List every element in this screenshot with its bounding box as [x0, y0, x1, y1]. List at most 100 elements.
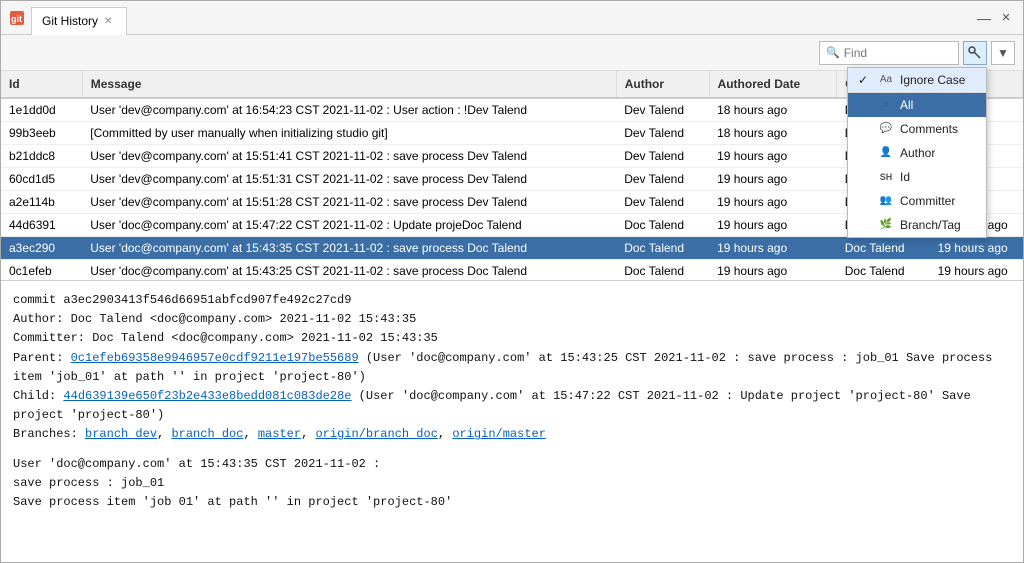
search-box: 🔍: [819, 41, 959, 65]
dropdown-label-comments: Comments: [900, 122, 958, 136]
git-icon: git: [9, 10, 25, 26]
cell-committer: Doc Talend: [837, 260, 930, 282]
dropdown-item-comments[interactable]: 💬 Comments: [848, 117, 986, 141]
cell-id: 99b3eeb: [1, 122, 82, 145]
dropdown-arrow-button[interactable]: ▼: [991, 41, 1015, 65]
cell-committer: Doc Talend: [837, 237, 930, 260]
cell-authored: 19 hours ago: [709, 260, 837, 282]
search-icon: 🔍: [826, 46, 840, 59]
comments-icon: 💬: [878, 121, 894, 137]
cell-id: 1e1dd0d: [1, 98, 82, 122]
dropdown-label-ignore-case: Ignore Case: [900, 73, 965, 87]
cell-id: a3ec290: [1, 237, 82, 260]
commit-hash-line: commit a3ec2903413f546d66951abfcd907fe49…: [13, 291, 1011, 310]
all-icon: ≡: [878, 97, 894, 113]
dropdown-label-id: Id: [900, 170, 910, 184]
child-line: Child: 44d639139e650f23b2e433e8bedd081c0…: [13, 387, 1011, 425]
cell-message: User 'dev@company.com' at 16:54:23 CST 2…: [82, 98, 616, 122]
master-link[interactable]: master: [258, 427, 301, 441]
tab-label: Git History: [42, 14, 98, 28]
cell-author: Doc Talend: [616, 260, 709, 282]
author-line: Author: Doc Talend <doc@company.com> 202…: [13, 310, 1011, 329]
cell-id: 44d6391: [1, 214, 82, 237]
close-button[interactable]: ✕: [997, 9, 1015, 27]
titlebar-tab[interactable]: Git History ✕: [31, 7, 127, 35]
header-id: Id: [1, 71, 82, 98]
cell-authored: 18 hours ago: [709, 122, 837, 145]
child-prefix: Child:: [13, 389, 63, 403]
message-line-2: save process : job_01: [13, 474, 1011, 493]
dropdown-item-committer[interactable]: 👥 Committer: [848, 189, 986, 213]
detail-panel: commit a3ec2903413f546d66951abfcd907fe49…: [1, 281, 1023, 562]
filter-dropdown-menu: ✓ Aa Ignore Case ≡ All 💬 Comments: [847, 67, 987, 238]
header-message: Message: [82, 71, 616, 98]
parent-prefix: Parent:: [13, 351, 71, 365]
titlebar-left: git Git History ✕: [9, 1, 127, 35]
tab-close-icon[interactable]: ✕: [104, 16, 112, 27]
branch-dev-link[interactable]: branch dev: [85, 427, 157, 441]
cell-message: User 'dev@company.com' at 15:51:31 CST 2…: [82, 168, 616, 191]
cell-message: User 'doc@company.com' at 15:47:22 CST 2…: [82, 214, 616, 237]
table-row[interactable]: a3ec290User 'doc@company.com' at 15:43:3…: [1, 237, 1023, 260]
parent-hash-link[interactable]: 0c1efeb69358e9946957e0cdf9211e197be55689: [71, 351, 359, 365]
committer-line: Committer: Doc Talend <doc@company.com> …: [13, 329, 1011, 348]
origin-branch-doc-link[interactable]: origin/branch doc: [315, 427, 437, 441]
cell-author: Dev Talend: [616, 168, 709, 191]
committer-icon: 👥: [878, 193, 894, 209]
toolbar: 🔍 ✓ Aa Ignore Case ≡: [1, 35, 1023, 71]
dropdown-item-all[interactable]: ≡ All: [848, 93, 986, 117]
cell-id: b21ddc8: [1, 145, 82, 168]
cell-authored: 19 hours ago: [709, 168, 837, 191]
author-icon: 👤: [878, 145, 894, 161]
dropdown-item-ignore-case[interactable]: ✓ Aa Ignore Case: [848, 68, 986, 92]
header-authored-date: Authored Date: [709, 71, 837, 98]
branches-line: Branches: branch dev, branch doc, master…: [13, 425, 1011, 444]
cell-author: Doc Talend: [616, 237, 709, 260]
cell-authored: 19 hours ago: [709, 145, 837, 168]
cell-author: Dev Talend: [616, 98, 709, 122]
cell-co: 19 hours ago: [930, 260, 1023, 282]
dropdown-label-author: Author: [900, 146, 935, 160]
cell-author: Dev Talend: [616, 122, 709, 145]
cell-id: a2e114b: [1, 191, 82, 214]
cell-authored: 19 hours ago: [709, 237, 837, 260]
cell-co: 19 hours ago: [930, 237, 1023, 260]
dropdown-label-branch-tag: Branch/Tag: [900, 218, 961, 232]
dropdown-label-all: All: [900, 98, 913, 112]
cell-author: Dev Talend: [616, 145, 709, 168]
cell-id: 0c1efeb: [1, 260, 82, 282]
minimize-button[interactable]: —: [975, 9, 993, 27]
child-hash-link[interactable]: 44d639139e650f23b2e433e8bedd081c083de28e: [63, 389, 351, 403]
filter-dropdown-container: ✓ Aa Ignore Case ≡ All 💬 Comments: [963, 41, 987, 65]
cell-id: 60cd1d5: [1, 168, 82, 191]
main-window: git Git History ✕ — ✕ 🔍: [0, 0, 1024, 563]
cell-author: Dev Talend: [616, 191, 709, 214]
message-body: User 'doc@company.com' at 15:43:35 CST 2…: [13, 455, 1011, 513]
cell-message: User 'doc@company.com' at 15:43:25 CST 2…: [82, 260, 616, 282]
parent-line: Parent: 0c1efeb69358e9946957e0cdf9211e19…: [13, 349, 1011, 387]
titlebar: git Git History ✕ — ✕: [1, 1, 1023, 35]
branch-doc-link[interactable]: branch doc: [171, 427, 243, 441]
dropdown-item-author[interactable]: 👤 Author: [848, 141, 986, 165]
ignore-case-icon: Aa: [878, 72, 894, 88]
branches-prefix: Branches:: [13, 427, 85, 441]
message-line-3: Save process item 'job 01' at path '' in…: [13, 493, 1011, 512]
cell-authored: 19 hours ago: [709, 214, 837, 237]
origin-master-link[interactable]: origin/master: [452, 427, 546, 441]
filter-button[interactable]: [963, 41, 987, 65]
filter-icon: [967, 45, 983, 61]
dropdown-label-committer: Committer: [900, 194, 955, 208]
check-icon: ✓: [858, 73, 872, 87]
dropdown-item-id[interactable]: SH Id: [848, 165, 986, 189]
cell-message: User 'doc@company.com' at 15:43:35 CST 2…: [82, 237, 616, 260]
id-icon: SH: [878, 169, 894, 185]
cell-message: [Committed by user manually when initial…: [82, 122, 616, 145]
header-author: Author: [616, 71, 709, 98]
cell-author: Doc Talend: [616, 214, 709, 237]
dropdown-item-branch-tag[interactable]: 🌿 Branch/Tag: [848, 213, 986, 237]
branch-tag-icon: 🌿: [878, 217, 894, 233]
cell-authored: 18 hours ago: [709, 98, 837, 122]
message-line-1: User 'doc@company.com' at 15:43:35 CST 2…: [13, 455, 1011, 474]
table-row[interactable]: 0c1efebUser 'doc@company.com' at 15:43:2…: [1, 260, 1023, 282]
search-input[interactable]: [844, 46, 944, 60]
